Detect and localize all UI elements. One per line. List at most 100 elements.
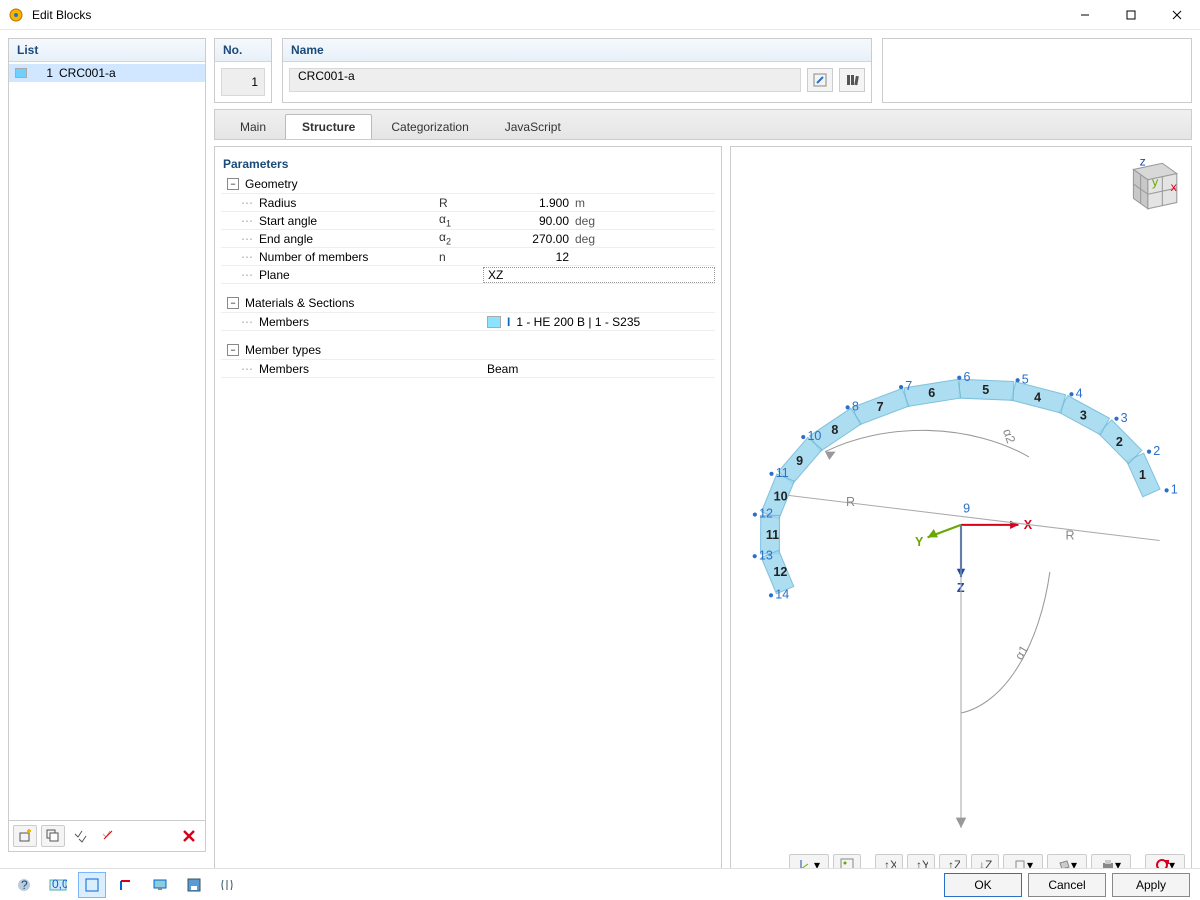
window-title: Edit Blocks: [32, 8, 1062, 22]
param-end-angle[interactable]: ⋯ End angle α2 270.00 deg: [221, 230, 715, 248]
window-titlebar: Edit Blocks: [0, 0, 1200, 30]
collapse-icon[interactable]: −: [227, 297, 239, 309]
app-icon: [8, 7, 24, 23]
copy-item-button[interactable]: [41, 825, 65, 847]
units-button[interactable]: 0,00: [44, 872, 72, 898]
collapse-icon[interactable]: −: [227, 344, 239, 356]
tab-javascript[interactable]: JavaScript: [488, 114, 578, 139]
name-input[interactable]: CRC001-a: [289, 68, 801, 92]
group-geometry[interactable]: − Geometry: [221, 175, 715, 194]
svg-text:4: 4: [1076, 386, 1083, 400]
svg-text:Y: Y: [915, 535, 924, 549]
section-color-swatch: [487, 316, 501, 328]
display-button[interactable]: [146, 872, 174, 898]
apply-button[interactable]: Apply: [1112, 873, 1190, 897]
tab-main[interactable]: Main: [223, 114, 283, 139]
svg-text:α1: α1: [1012, 643, 1031, 662]
svg-text:3: 3: [1121, 411, 1128, 425]
svg-text:8: 8: [852, 400, 859, 414]
svg-text:?: ?: [21, 878, 28, 892]
maximize-button[interactable]: [1108, 0, 1154, 30]
param-start-angle[interactable]: ⋯ Start angle α1 90.00 deg: [221, 212, 715, 230]
svg-text:x: x: [1171, 180, 1178, 194]
help-button[interactable]: ?: [10, 872, 38, 898]
param-members-type[interactable]: ⋯ Members Beam: [221, 360, 715, 378]
list-toolbar: [9, 820, 205, 851]
name-box: Name CRC001-a: [282, 38, 872, 103]
svg-text:2: 2: [1153, 444, 1160, 458]
svg-text:14: 14: [775, 587, 789, 601]
svg-text:z: z: [1140, 155, 1146, 168]
number-value[interactable]: 1: [221, 68, 265, 96]
svg-text:11: 11: [776, 466, 789, 480]
save-button[interactable]: [180, 872, 208, 898]
param-members-section[interactable]: ⋯ Members I 1 - HE 200 B | 1 - S235: [221, 313, 715, 331]
name-label: Name: [283, 39, 871, 62]
check-all-button[interactable]: [69, 825, 93, 847]
group-materials[interactable]: − Materials & Sections: [221, 294, 715, 313]
group-member-types[interactable]: − Member types: [221, 341, 715, 360]
svg-text:R: R: [846, 495, 855, 509]
svg-text:7: 7: [905, 379, 912, 393]
cancel-button[interactable]: Cancel: [1028, 873, 1106, 897]
param-plane[interactable]: ⋯ Plane XZ: [221, 266, 715, 284]
svg-text:6: 6: [963, 370, 970, 384]
svg-text:4: 4: [1034, 391, 1041, 405]
uncheck-all-button[interactable]: [97, 825, 121, 847]
list-item-name: CRC001-a: [59, 66, 116, 80]
tab-structure[interactable]: Structure: [285, 114, 372, 139]
svg-text:7: 7: [877, 400, 884, 414]
list-panel: List 1 CRC001-a: [8, 38, 206, 852]
svg-text:0,00: 0,00: [52, 877, 67, 891]
minimize-button[interactable]: [1062, 0, 1108, 30]
svg-text:5: 5: [982, 383, 989, 397]
param-member-count[interactable]: ⋯ Number of members n 12: [221, 248, 715, 266]
svg-text:12: 12: [773, 565, 787, 579]
svg-text:1: 1: [1171, 483, 1178, 497]
list-body: 1 CRC001-a: [9, 62, 205, 820]
svg-text:9: 9: [796, 454, 803, 468]
svg-text:13: 13: [759, 548, 773, 562]
delete-item-button[interactable]: [177, 825, 201, 847]
ibeam-icon: I: [507, 315, 510, 329]
param-radius[interactable]: ⋯ Radius R 1.900 m: [221, 194, 715, 212]
svg-text:5: 5: [1022, 372, 1029, 386]
collapse-icon[interactable]: −: [227, 178, 239, 190]
script-button[interactable]: [214, 872, 242, 898]
svg-text:3: 3: [1080, 408, 1087, 422]
parameters-panel: Parameters − Geometry ⋯ Radius R 1.900 m…: [214, 146, 722, 883]
preview-panel[interactable]: x y z X Y Z 9: [730, 146, 1192, 883]
preview-viewport[interactable]: X Y Z 9 α1 α2 R R: [731, 147, 1191, 882]
preview-header-placeholder: [882, 38, 1192, 103]
plane-dropdown[interactable]: XZ: [483, 267, 715, 283]
svg-text:11: 11: [766, 528, 779, 542]
navigation-cube[interactable]: x y z: [1121, 155, 1183, 217]
arc-members: 123456789101112123456781011121314: [753, 370, 1178, 602]
library-button[interactable]: [839, 68, 865, 92]
list-header: List: [9, 39, 205, 62]
svg-text:α2: α2: [1000, 427, 1018, 445]
ok-button[interactable]: OK: [944, 873, 1022, 897]
svg-text:6: 6: [928, 386, 935, 400]
wireframe-button[interactable]: [78, 872, 106, 898]
svg-text:y: y: [1152, 175, 1159, 189]
svg-text:12: 12: [759, 507, 773, 521]
close-button[interactable]: [1154, 0, 1200, 30]
model-button[interactable]: [112, 872, 140, 898]
edit-name-button[interactable]: [807, 68, 833, 92]
block-color-swatch: [15, 68, 27, 78]
svg-text:8: 8: [831, 423, 838, 437]
number-label: No.: [215, 39, 271, 62]
new-item-button[interactable]: [13, 825, 37, 847]
tabs: Main Structure Categorization JavaScript: [214, 109, 1192, 140]
list-item-number: 1: [35, 66, 53, 80]
tab-categorization[interactable]: Categorization: [374, 114, 485, 139]
svg-text:2: 2: [1116, 435, 1123, 449]
list-item[interactable]: 1 CRC001-a: [9, 64, 205, 82]
svg-text:R: R: [1066, 528, 1075, 542]
number-box: No. 1: [214, 38, 272, 103]
svg-text:10: 10: [774, 490, 788, 504]
footer: ? 0,00 OK Cancel Apply: [0, 868, 1200, 900]
svg-text:1: 1: [1139, 468, 1146, 482]
parameters-title: Parameters: [221, 153, 715, 175]
